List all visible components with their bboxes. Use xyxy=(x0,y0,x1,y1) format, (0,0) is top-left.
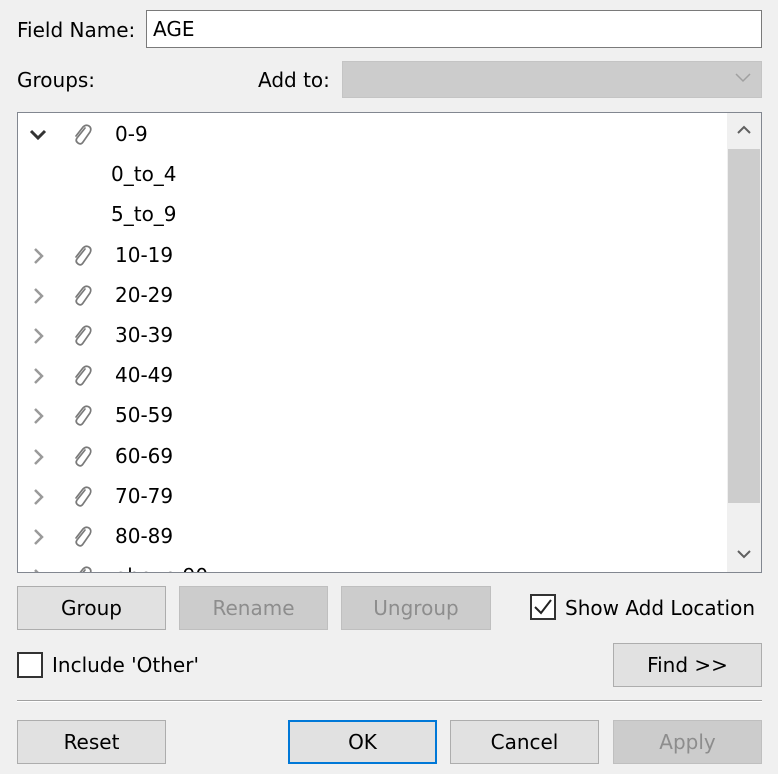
cancel-button[interactable]: Cancel xyxy=(450,720,599,764)
find-button[interactable]: Find >> xyxy=(613,643,762,687)
chevron-up-icon xyxy=(737,125,751,134)
paperclip-icon xyxy=(79,566,92,572)
chevron-down-icon xyxy=(735,73,751,83)
tree-item-label: 60-69 xyxy=(115,443,174,468)
include-other-checkbox[interactable] xyxy=(17,652,43,678)
tree-group-item[interactable]: 40-49 xyxy=(18,355,726,395)
add-to-dropdown[interactable] xyxy=(342,61,762,98)
chevron-right-icon[interactable] xyxy=(28,286,48,306)
tree-group-item[interactable]: 20-29 xyxy=(18,275,726,315)
tree-item-label: 0_to_4 xyxy=(111,162,177,187)
tree-item-label: 0-9 xyxy=(115,122,148,146)
paperclip-icon xyxy=(75,405,92,427)
paperclip-icon xyxy=(75,486,92,507)
ungroup-button[interactable]: Ungroup xyxy=(341,586,491,630)
tree-item-label: 10-19 xyxy=(115,242,174,267)
tree-item-label: 80-89 xyxy=(115,524,174,548)
chevron-right-icon[interactable] xyxy=(28,487,48,507)
include-other-label: Include 'Other' xyxy=(52,653,199,677)
vertical-scrollbar[interactable] xyxy=(727,113,761,572)
chevron-right-icon[interactable] xyxy=(28,406,48,426)
chevron-right-icon[interactable] xyxy=(28,567,48,573)
paperclip-icon xyxy=(75,365,92,386)
paperclip-icon xyxy=(75,124,92,145)
reset-button[interactable]: Reset xyxy=(17,720,166,764)
paperclip-icon xyxy=(75,445,92,467)
chevron-down-icon[interactable] xyxy=(28,125,48,145)
groups-tree[interactable]: 0-9 0_to_4 5_to_9 10-19 20-29 30-39 40-49 50-59… xyxy=(17,112,762,573)
chevron-right-icon[interactable] xyxy=(28,527,48,547)
tree-group-item[interactable]: 80-89 xyxy=(18,516,726,556)
tree-child-item[interactable]: 5_to_9 xyxy=(18,194,726,234)
field-name-input[interactable]: AGE xyxy=(146,10,762,48)
tree-item-label: 50-59 xyxy=(115,403,174,428)
paperclip-icon xyxy=(75,325,92,346)
chevron-right-icon[interactable] xyxy=(28,246,48,266)
show-add-location-label: Show Add Location xyxy=(565,596,755,620)
tree-group-item[interactable]: 30-39 xyxy=(18,315,726,355)
groups-label: Groups: xyxy=(17,68,96,92)
add-to-label: Add to: xyxy=(258,68,330,92)
rename-button[interactable]: Rename xyxy=(179,586,328,630)
tree-item-label: 20-29 xyxy=(115,282,174,307)
separator xyxy=(17,700,762,702)
chevron-right-icon[interactable] xyxy=(28,447,48,467)
show-add-location-checkbox[interactable] xyxy=(530,594,556,620)
paperclip-icon xyxy=(75,526,92,547)
scrollbar-thumb[interactable] xyxy=(728,149,760,503)
checkmark-icon xyxy=(534,599,552,615)
chevron-right-icon[interactable] xyxy=(28,326,48,346)
chevron-right-icon[interactable] xyxy=(28,366,48,386)
paperclip-icon xyxy=(75,244,92,266)
chevron-down-icon xyxy=(737,550,751,559)
tree-item-label: 30-39 xyxy=(115,323,174,347)
apply-button[interactable]: Apply xyxy=(613,720,762,764)
scroll-up-button[interactable] xyxy=(727,113,761,147)
ok-button[interactable]: OK xyxy=(288,720,437,764)
tree-group-item[interactable]: 70-79 xyxy=(18,476,726,516)
tree-group-item[interactable]: 50-59 xyxy=(18,395,726,435)
tree-item-label: 70-79 xyxy=(115,483,174,508)
tree-group-item[interactable]: above 90 xyxy=(18,556,726,573)
scroll-down-button[interactable] xyxy=(727,538,761,572)
tree-item-label: above 90 xyxy=(115,556,208,572)
field-name-label: Field Name: xyxy=(17,18,136,42)
tree-child-item[interactable]: 0_to_4 xyxy=(18,154,726,194)
paperclip-icon xyxy=(75,285,92,306)
group-button[interactable]: Group xyxy=(17,586,166,630)
tree-group-item[interactable]: 60-69 xyxy=(18,436,726,476)
tree-group-item[interactable]: 0-9 xyxy=(18,114,726,154)
tree-group-item[interactable]: 10-19 xyxy=(18,235,726,275)
tree-item-label: 40-49 xyxy=(115,363,174,388)
tree-item-label: 5_to_9 xyxy=(111,202,177,227)
